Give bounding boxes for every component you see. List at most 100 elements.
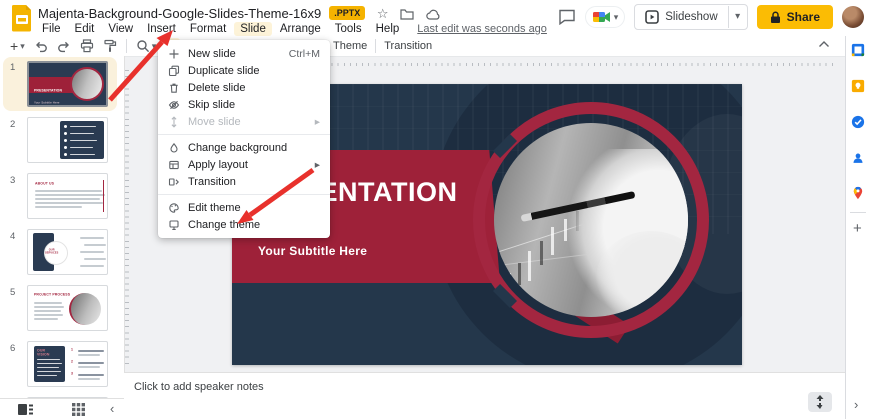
slide-number: 6 bbox=[10, 343, 15, 354]
redo-button[interactable] bbox=[57, 40, 71, 53]
document-title-text[interactable]: Majenta-Background-Google-Slides-Theme-1… bbox=[38, 6, 321, 21]
slide-number: 1 bbox=[10, 62, 15, 73]
menu-item-skip-slide[interactable]: Skip slide bbox=[158, 96, 330, 113]
slide-thumbnail-2[interactable]: AGENDA bbox=[27, 117, 108, 163]
meet-icon bbox=[592, 10, 611, 24]
undo-button[interactable] bbox=[34, 40, 48, 53]
menubar-item-arrange[interactable]: Arrange bbox=[274, 22, 327, 36]
slide-thumbnail-6[interactable]: OUR VISION 1 2 3 bbox=[27, 341, 108, 387]
notes-resize-button[interactable] bbox=[808, 392, 832, 412]
pptx-badge: .PPTX bbox=[329, 6, 365, 20]
header: Majenta-Background-Google-Slides-Theme-1… bbox=[0, 0, 870, 36]
filmstrip-bottom-bar: ‹ bbox=[0, 398, 124, 419]
grid-view-icon[interactable] bbox=[72, 403, 85, 416]
menu-item-change-background[interactable]: Change background bbox=[158, 139, 330, 156]
comment-history-icon[interactable] bbox=[558, 9, 576, 25]
meet-button[interactable]: ▾ bbox=[585, 6, 626, 28]
zoom-button[interactable]: ▾ bbox=[136, 39, 157, 53]
lock-icon bbox=[770, 11, 781, 24]
star-icon[interactable]: ☆ bbox=[377, 6, 389, 21]
slide-number: 5 bbox=[10, 287, 15, 298]
slideshow-label: Slideshow bbox=[665, 11, 717, 23]
menubar-item-help[interactable]: Help bbox=[370, 22, 406, 36]
toolbar-divider bbox=[375, 39, 376, 53]
menu-item-change-theme[interactable]: Change theme bbox=[158, 216, 330, 233]
menu-item-apply-layout[interactable]: Apply layout ▸ bbox=[158, 156, 330, 173]
edit-theme-icon bbox=[168, 202, 180, 214]
google-contacts-icon[interactable] bbox=[851, 151, 865, 165]
hide-menus-icon[interactable] bbox=[818, 40, 830, 48]
slideshow-button-group: Slideshow ▾ bbox=[634, 4, 747, 30]
menu-divider bbox=[158, 194, 330, 195]
slideshow-button[interactable]: Slideshow bbox=[635, 10, 727, 24]
slide-number: 2 bbox=[10, 119, 15, 130]
thumb3-label: ABOUT US bbox=[35, 182, 54, 186]
chevron-down-icon: ▾ bbox=[152, 41, 157, 52]
thumb2-label: AGENDA bbox=[27, 130, 30, 145]
show-side-panel-icon[interactable]: › bbox=[854, 397, 858, 412]
toolbar-right: Theme Transition bbox=[333, 37, 432, 55]
last-edit-link[interactable]: Last edit was seconds ago bbox=[417, 23, 547, 35]
menu-item-transition[interactable]: Transition bbox=[158, 173, 330, 190]
new-slide-icon bbox=[168, 48, 180, 60]
speaker-notes-panel[interactable]: Click to add speaker notes bbox=[124, 372, 845, 419]
share-button[interactable]: Share bbox=[757, 5, 833, 29]
rail-divider bbox=[850, 212, 866, 213]
chevron-down-icon: ▾ bbox=[20, 41, 25, 52]
chevron-down-icon: ▾ bbox=[614, 12, 619, 23]
menubar-item-insert[interactable]: Insert bbox=[141, 22, 182, 36]
menubar-item-edit[interactable]: Edit bbox=[69, 22, 101, 36]
google-tasks-icon[interactable] bbox=[851, 115, 865, 129]
toolbar-left: + ▾ ▾ bbox=[10, 37, 180, 55]
cloud-status-icon[interactable] bbox=[426, 9, 441, 20]
slideshow-dropdown-button[interactable]: ▾ bbox=[728, 6, 747, 28]
slide-thumbnail-4[interactable]: OUR SERVICES bbox=[27, 229, 108, 275]
google-calendar-icon[interactable] bbox=[851, 43, 865, 57]
slide-thumbnail-5[interactable]: PROJECT PROCESS bbox=[27, 285, 108, 331]
menu-divider bbox=[158, 134, 330, 135]
slide-number: 3 bbox=[10, 175, 15, 186]
theme-button[interactable]: Theme bbox=[333, 40, 367, 52]
filmstrip-panel: 1 PRESENTATION TITLE Your Subtitle Here … bbox=[0, 56, 125, 398]
google-slides-app: 1 2 3 4 5 6 7 8 9 10 11 12 13 bbox=[0, 0, 870, 419]
menu-item-delete-slide[interactable]: Delete slide bbox=[158, 79, 330, 96]
menubar-item-format[interactable]: Format bbox=[184, 22, 232, 36]
transition-icon bbox=[168, 176, 180, 188]
move-slide-icon bbox=[168, 116, 180, 128]
print-button[interactable] bbox=[80, 39, 94, 53]
speaker-notes-placeholder[interactable]: Click to add speaker notes bbox=[134, 381, 264, 393]
google-maps-icon[interactable] bbox=[851, 186, 865, 200]
side-panel-rail: + › bbox=[845, 36, 870, 419]
change-theme-icon bbox=[168, 219, 180, 231]
new-slide-button[interactable]: + ▾ bbox=[10, 38, 25, 54]
header-actions: ▾ Slideshow ▾ Share bbox=[558, 4, 864, 30]
google-slides-logo[interactable] bbox=[11, 4, 33, 32]
slide-thumbnail-3[interactable]: ABOUT US bbox=[27, 173, 108, 219]
google-keep-icon[interactable] bbox=[851, 79, 865, 93]
filmstrip-view-icon[interactable] bbox=[18, 403, 33, 416]
vertical-ruler bbox=[125, 70, 129, 366]
user-avatar[interactable] bbox=[842, 6, 864, 28]
thumb4-label: OUR SERVICES bbox=[45, 249, 58, 255]
transition-button[interactable]: Transition bbox=[384, 40, 432, 52]
slide-subtitle[interactable]: Your Subtitle Here bbox=[258, 244, 367, 258]
menubar: File Edit View Insert Format Slide Arran… bbox=[36, 21, 547, 36]
menu-item-duplicate-slide[interactable]: Duplicate slide bbox=[158, 62, 330, 79]
move-to-folder-icon[interactable] bbox=[400, 8, 414, 20]
menubar-item-tools[interactable]: Tools bbox=[329, 22, 368, 36]
change-background-icon bbox=[168, 142, 180, 154]
paint-format-button[interactable] bbox=[103, 39, 117, 53]
slide-thumbnail-1[interactable]: PRESENTATION TITLE Your Subtitle Here bbox=[27, 61, 108, 107]
document-title[interactable]: Majenta-Background-Google-Slides-Theme-1… bbox=[38, 6, 441, 22]
menubar-item-view[interactable]: View bbox=[102, 22, 139, 36]
add-addon-icon[interactable]: + bbox=[853, 220, 862, 237]
duplicate-slide-icon bbox=[168, 65, 180, 77]
collapse-filmstrip-icon[interactable]: ‹ bbox=[110, 401, 114, 416]
menubar-item-file[interactable]: File bbox=[36, 22, 67, 36]
slide-number: 4 bbox=[10, 231, 15, 242]
plus-icon: + bbox=[10, 38, 18, 54]
menubar-item-slide[interactable]: Slide bbox=[234, 22, 272, 36]
thumb5-label: PROJECT PROCESS bbox=[34, 293, 70, 297]
menu-item-new-slide[interactable]: New slide Ctrl+M bbox=[158, 45, 330, 62]
menu-item-edit-theme[interactable]: Edit theme bbox=[158, 199, 330, 216]
